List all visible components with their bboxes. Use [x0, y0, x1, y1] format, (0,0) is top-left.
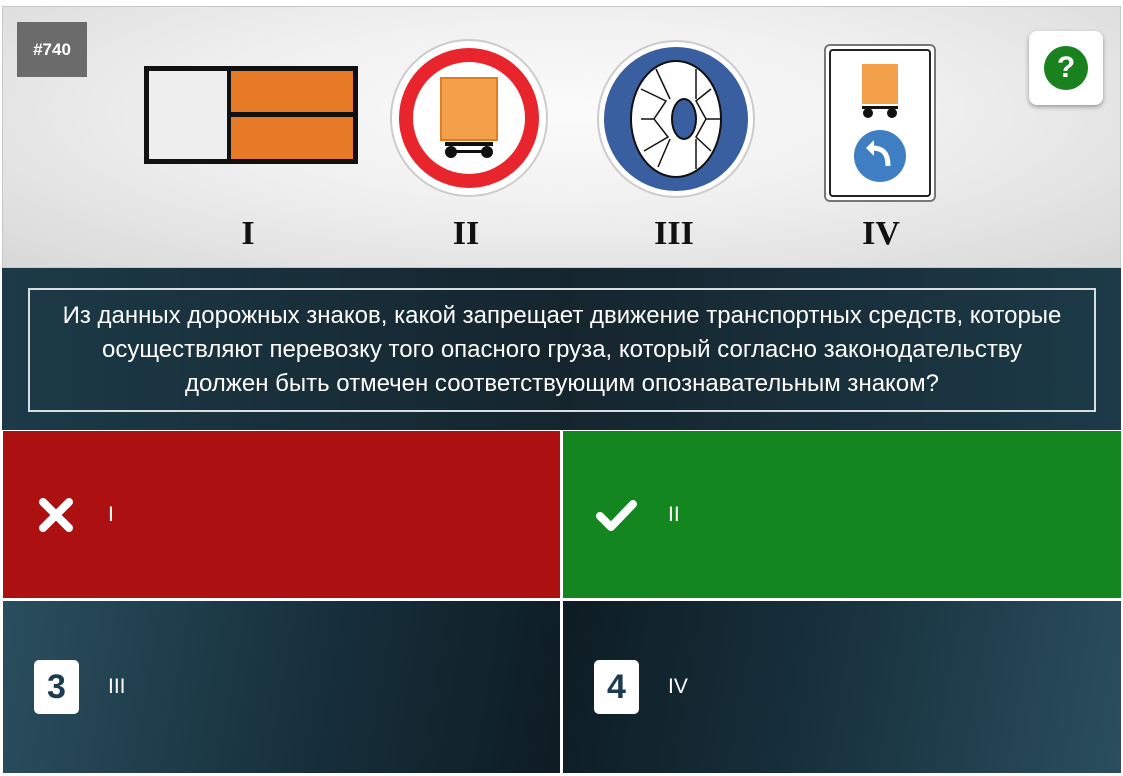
answer-number-badge-3: 3: [34, 660, 79, 714]
orange-plate-sign-icon: [144, 66, 358, 164]
answer-label-1: I: [108, 502, 114, 526]
question-number-badge: #740: [17, 22, 87, 77]
sign-label-2: II: [452, 215, 480, 252]
answer-label-4: IV: [668, 675, 688, 698]
dangerous-goods-direction-sign-icon: [824, 44, 936, 202]
answer-number-badge-4: 4: [594, 660, 639, 714]
sign-label-4: IV: [862, 215, 900, 252]
snow-chains-mandatory-sign-icon: [597, 40, 755, 198]
answer-option-1[interactable]: I: [3, 431, 560, 598]
sign-label-1: I: [241, 215, 255, 252]
sign-image-panel: #740 I II III IV ?: [2, 6, 1121, 268]
question-text: Из данных дорожных знаков, какой запреща…: [28, 288, 1096, 412]
question-panel: Из данных дорожных знаков, какой запреща…: [2, 268, 1121, 430]
check-icon: [596, 499, 637, 531]
answer-option-3[interactable]: 3 III: [3, 601, 560, 773]
sign-label-3: III: [654, 215, 694, 252]
answer-option-2[interactable]: II: [563, 431, 1121, 598]
answer-label-3: III: [108, 675, 126, 698]
no-dangerous-goods-vehicle-sign-icon: [390, 39, 548, 197]
answer-option-4[interactable]: 4 IV: [563, 601, 1121, 773]
help-button[interactable]: ?: [1029, 31, 1103, 105]
answer-label-2: II: [668, 502, 680, 526]
help-icon: ?: [1044, 46, 1088, 90]
cross-icon: [39, 497, 73, 532]
